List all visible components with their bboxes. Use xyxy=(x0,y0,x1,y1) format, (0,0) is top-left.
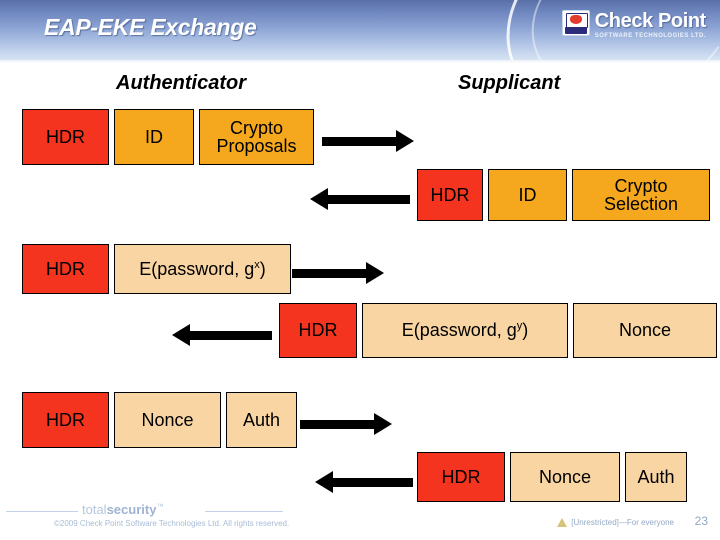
party-label-authenticator: Authenticator xyxy=(116,72,246,94)
arrow-shaft xyxy=(300,420,375,429)
logo-wordmark: Check Point xyxy=(594,10,707,32)
message-box: Nonce xyxy=(573,303,717,358)
classification-notice: [Unrestricted]—For everyone xyxy=(557,518,674,527)
message-box-label-suffix: ) xyxy=(259,258,266,279)
message-box: E(password, gx) xyxy=(114,244,291,294)
monitor-base-shape xyxy=(564,27,587,34)
check-point-monitor-icon xyxy=(561,10,590,36)
eap-eke-exchange-diagram: Authenticator Supplicant HDR ID Crypto Pro… xyxy=(0,62,720,502)
message-box: E(password, gy) xyxy=(362,303,568,358)
message-box: ID xyxy=(488,169,567,221)
arrow-shaft xyxy=(327,195,410,204)
arrow-head xyxy=(310,188,328,210)
monitor-face-shape xyxy=(569,15,582,24)
message-box: HDR xyxy=(22,244,109,294)
arrow-head xyxy=(374,413,392,435)
slide-footer: totalsecurity™ ©2009 Check Point Softwar… xyxy=(0,492,720,540)
message-box: HDR xyxy=(417,169,483,221)
arrow-shaft xyxy=(322,137,397,146)
total-security-brand: totalsecurity™ xyxy=(82,503,163,516)
message-box: HDR xyxy=(279,303,357,358)
arrow-head xyxy=(366,262,384,284)
logo-tagline: SOFTWARE TECHNOLOGIES LTD. xyxy=(594,33,706,39)
copyright-notice: ©2009 Check Point Software Technologies … xyxy=(54,519,290,528)
message-box-label-suffix: ) xyxy=(522,320,529,341)
footer-rule-left xyxy=(6,511,78,512)
logo-text-block: Check Point SOFTWARE TECHNOLOGIES LTD. xyxy=(594,10,707,39)
message-box: Auth xyxy=(226,392,297,448)
message-box: Nonce xyxy=(114,392,221,448)
message-box: HDR xyxy=(22,392,109,448)
brand-word-total: total xyxy=(82,502,107,517)
arrow-shaft xyxy=(189,331,272,340)
message-box: ID xyxy=(114,109,194,165)
check-point-logo: Check Point SOFTWARE TECHNOLOGIES LTD. xyxy=(561,10,707,39)
message-box-label: E(password, g xyxy=(139,258,255,279)
arrow-head xyxy=(172,324,190,346)
trademark-symbol: ™ xyxy=(156,503,164,511)
page-number: 23 xyxy=(694,514,708,528)
message-box-label: E(password, g xyxy=(401,320,517,341)
message-box: HDR xyxy=(22,109,109,165)
arrow-head xyxy=(315,471,333,493)
slide-header: EAP-EKE Exchange Check Point SOFTWARE TE… xyxy=(0,0,720,62)
warning-triangle-icon xyxy=(557,518,568,527)
footer-rule-right xyxy=(205,511,283,512)
arrow-shaft xyxy=(292,269,367,278)
arrow-shaft xyxy=(332,478,413,487)
page-title: EAP-EKE Exchange xyxy=(44,14,257,40)
party-label-supplicant: Supplicant xyxy=(458,72,561,94)
message-box: Crypto Proposals xyxy=(199,109,314,165)
arrow-head xyxy=(396,130,414,152)
message-box: Crypto Selection xyxy=(572,169,710,221)
brand-word-security: security xyxy=(106,502,157,517)
classification-label: [Unrestricted]—For everyone xyxy=(571,518,674,527)
